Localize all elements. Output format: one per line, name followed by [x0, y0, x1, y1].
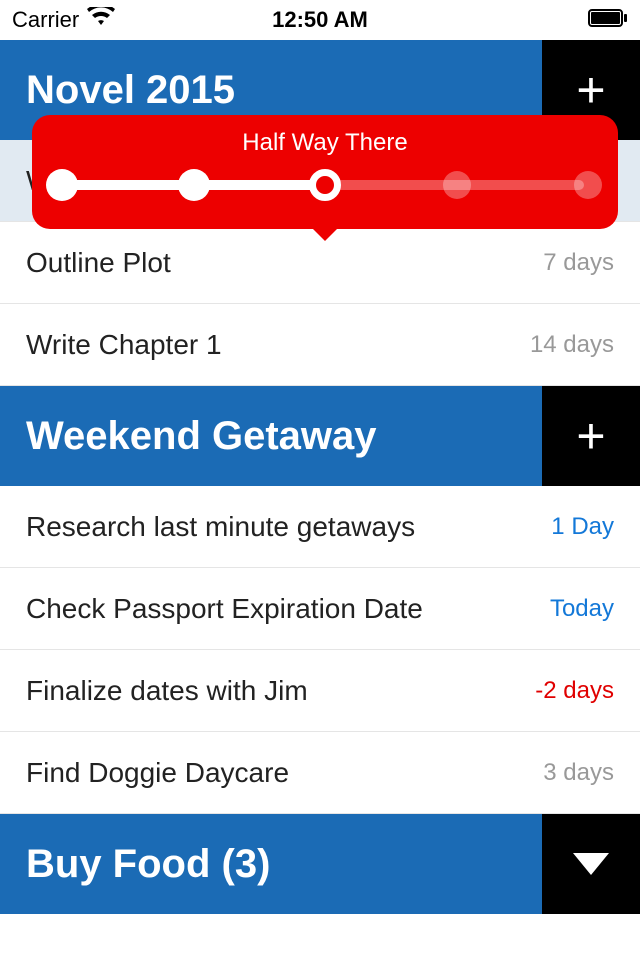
chevron-down-icon: [573, 853, 609, 875]
progress-label: Half Way There: [62, 129, 588, 157]
progress-step-2[interactable]: [178, 169, 210, 201]
plus-icon: +: [576, 407, 605, 465]
progress-popup[interactable]: Half Way There: [32, 115, 618, 229]
battery-icon: [588, 7, 628, 33]
task-time: 14 days: [530, 331, 614, 359]
task-label: Finalize dates with Jim: [26, 675, 308, 707]
task-row[interactable]: Finalize dates with Jim -2 days: [0, 650, 640, 732]
task-label: Find Doggie Daycare: [26, 757, 289, 789]
popup-pointer-icon: [311, 227, 339, 241]
task-label: Write Chapter 1: [26, 329, 222, 361]
task-time: 1 Day: [551, 513, 614, 541]
task-time: 7 days: [543, 249, 614, 277]
task-row[interactable]: Find Doggie Daycare 3 days: [0, 732, 640, 814]
section-header[interactable]: Weekend Getaway +: [0, 386, 640, 486]
task-time: -2 days: [535, 677, 614, 705]
section-title[interactable]: Buy Food (3): [0, 814, 542, 914]
task-label: Research last minute getaways: [26, 511, 415, 543]
progress-track[interactable]: [62, 169, 588, 201]
expand-button[interactable]: [542, 814, 640, 914]
task-time: 3 days: [543, 759, 614, 787]
status-bar: Carrier 12:50 AM: [0, 0, 640, 40]
task-label: Outline Plot: [26, 247, 171, 279]
status-left: Carrier: [12, 7, 115, 33]
task-row[interactable]: Write Chapter 1 14 days: [0, 304, 640, 386]
add-button[interactable]: +: [542, 386, 640, 486]
carrier-label: Carrier: [12, 7, 79, 33]
task-row[interactable]: Research last minute getaways 1 Day: [0, 486, 640, 568]
section-header[interactable]: Buy Food (3): [0, 814, 640, 914]
wifi-icon: [87, 7, 115, 33]
progress-step-3[interactable]: [309, 169, 341, 201]
task-time: Today: [550, 595, 614, 623]
progress-step-4[interactable]: [443, 171, 471, 199]
progress-step-5[interactable]: [574, 171, 602, 199]
task-row[interactable]: Check Passport Expiration Date Today: [0, 568, 640, 650]
progress-step-1[interactable]: [46, 169, 78, 201]
task-label: Check Passport Expiration Date: [26, 593, 423, 625]
plus-icon: +: [576, 61, 605, 119]
section-title[interactable]: Weekend Getaway: [0, 386, 542, 486]
status-right: [588, 7, 628, 33]
status-time: 12:50 AM: [272, 7, 368, 33]
